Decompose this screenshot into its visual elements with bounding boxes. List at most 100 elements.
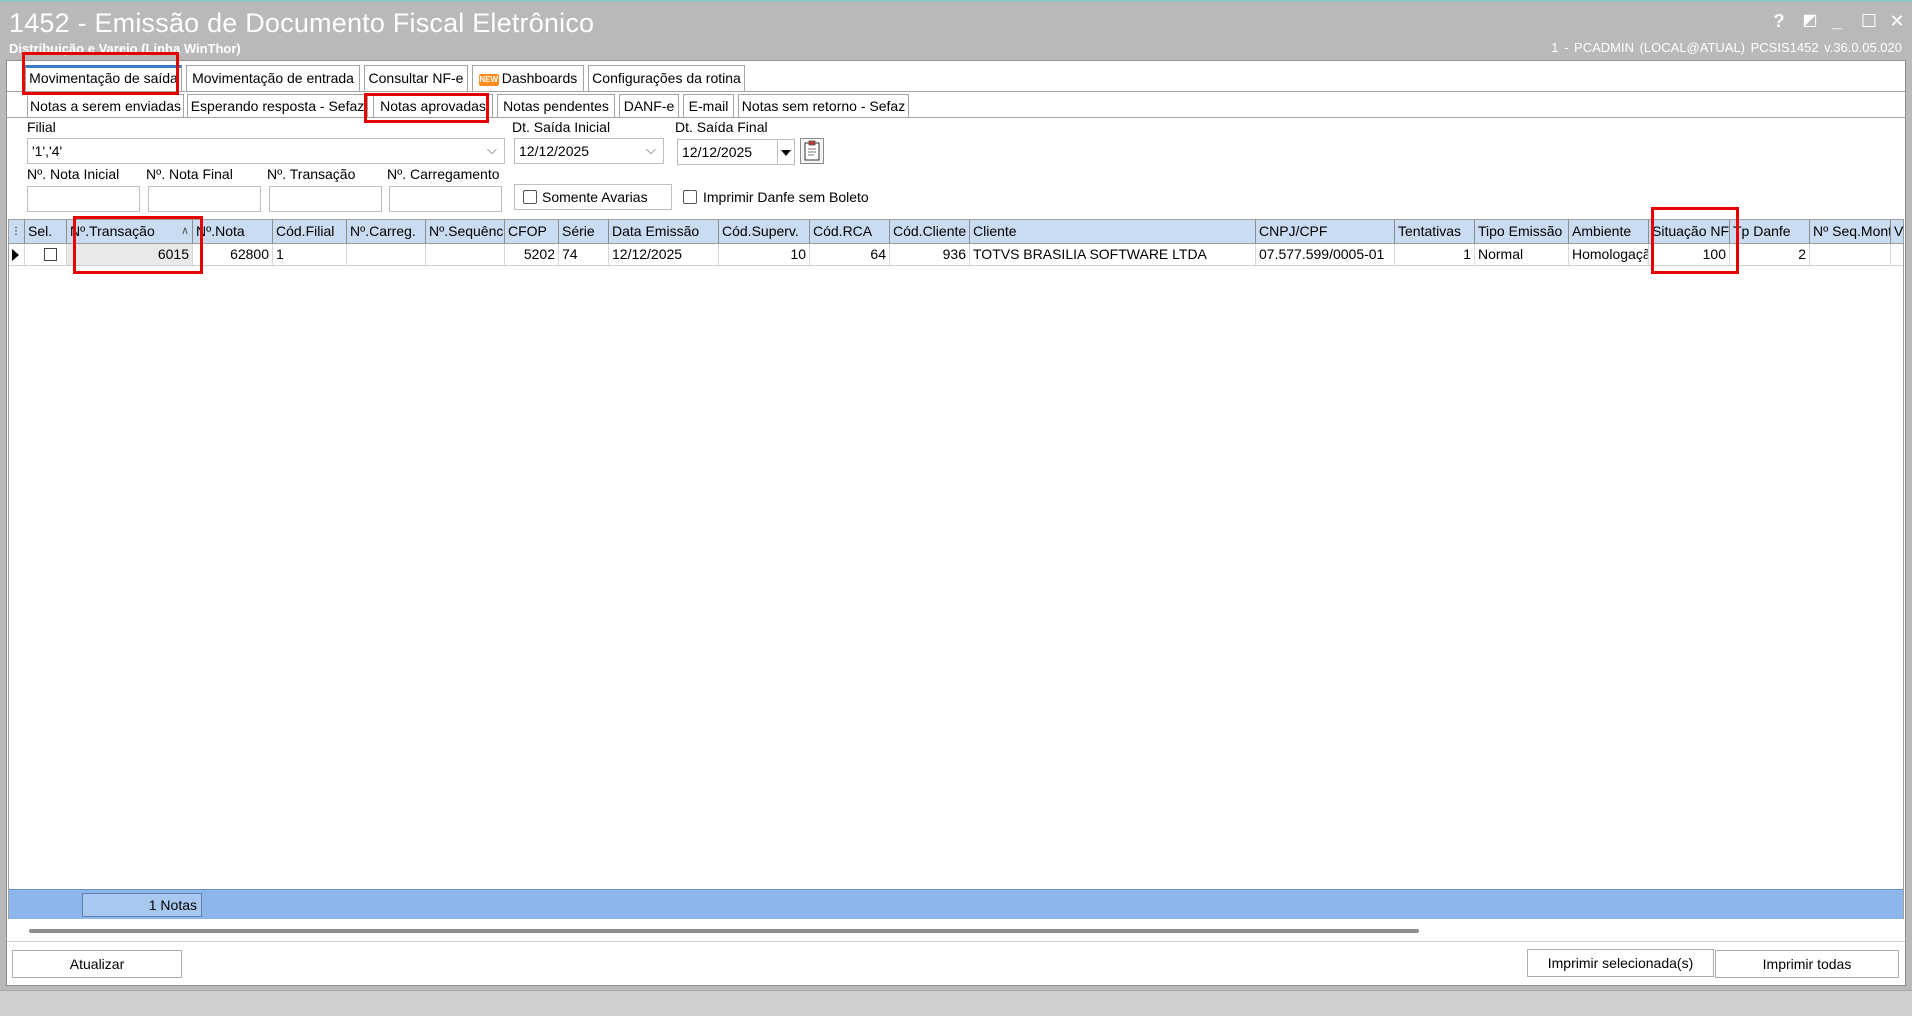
table-row[interactable]: 6015 62800 1 5202 74 12/12/2025 10 64 93…	[9, 244, 1903, 266]
tab-email[interactable]: E-mail	[683, 94, 734, 118]
cell-cnpj-cpf[interactable]: 07.577.599/0005-01	[1256, 244, 1395, 265]
help-icon[interactable]: ?	[1766, 8, 1792, 34]
col-sel[interactable]: Sel.	[25, 220, 67, 243]
col-v[interactable]: V	[1891, 220, 1905, 243]
col-seq-mont[interactable]: Nº Seq.Mont	[1810, 220, 1891, 243]
imprimir-todas-button[interactable]: Imprimir todas	[1715, 950, 1899, 978]
transacao-label: Nº. Transação	[267, 166, 356, 182]
notes-grid[interactable]: ⋮ Sel. Nº.Transação ∧ Nº.Nota Cód.Filial …	[8, 219, 1904, 919]
col-cod-superv[interactable]: Cód.Superv.	[719, 220, 810, 243]
cell-serie[interactable]: 74	[559, 244, 609, 265]
cell-cfop[interactable]: 5202	[505, 244, 559, 265]
tab-dashboards-label: Dashboards	[501, 70, 578, 86]
col-nota[interactable]: Nº.Nota	[193, 220, 273, 243]
horizontal-scrollbar[interactable]	[29, 929, 1419, 933]
col-sequencia[interactable]: Nº.Sequênci	[426, 220, 505, 243]
cell-data-emissao[interactable]: 12/12/2025	[609, 244, 719, 265]
close-icon[interactable]: ✕	[1884, 8, 1910, 34]
cell-cliente[interactable]: TOTVS BRASILIA SOFTWARE LTDA	[970, 244, 1256, 265]
sub-tab-divider	[7, 117, 1905, 118]
col-cfop[interactable]: CFOP	[505, 220, 559, 243]
tab-notas-pendentes[interactable]: Notas pendentes	[497, 94, 615, 118]
col-ambiente[interactable]: Ambiente	[1569, 220, 1649, 243]
cell-cod-rca[interactable]: 64	[810, 244, 890, 265]
col-cod-filial[interactable]: Cód.Filial	[273, 220, 347, 243]
chevron-down-icon[interactable]: ⌵	[487, 142, 497, 158]
maximize-icon[interactable]: ☐	[1856, 8, 1882, 34]
cell-cod-filial[interactable]: 1	[273, 244, 347, 265]
col-tentativas[interactable]: Tentativas	[1395, 220, 1475, 243]
imprimir-selecionadas-button[interactable]: Imprimir selecionada(s)	[1527, 949, 1714, 977]
col-transacao[interactable]: Nº.Transação ∧	[67, 220, 193, 243]
title-bar: 1452 - Emissão de Documento Fiscal Eletr…	[0, 0, 1912, 60]
calendar-button[interactable]	[800, 138, 824, 164]
dt-inicial-label: Dt. Saída Inicial	[512, 119, 611, 135]
new-badge-icon: NEW	[478, 74, 499, 86]
dt-final-field[interactable]	[677, 139, 787, 165]
cell-cod-cliente[interactable]: 936	[890, 244, 970, 265]
minimize-icon[interactable]: _	[1824, 8, 1850, 34]
somente-avarias-checkbox[interactable]: Somente Avarias	[514, 184, 672, 210]
tab-notas-sem-retorno[interactable]: Notas sem retorno - Sefaz	[738, 94, 909, 118]
cell-tipo-emissao[interactable]: Normal	[1475, 244, 1569, 265]
col-carreg[interactable]: Nº.Carreg.	[347, 220, 426, 243]
col-cod-rca[interactable]: Cód.RCA	[810, 220, 890, 243]
cell-ambiente[interactable]: Homologação	[1569, 244, 1649, 265]
col-tp-danfe[interactable]: Tp Danfe	[1730, 220, 1810, 243]
imprimir-danfe-label: Imprimir Danfe sem Boleto	[703, 189, 869, 205]
status-bar	[0, 990, 1912, 1016]
dt-final-dropdown-button[interactable]	[777, 139, 795, 165]
chevron-down-icon[interactable]: ⌵	[646, 142, 656, 158]
tab-notas-serem-enviadas[interactable]: Notas a serem enviadas	[27, 94, 184, 118]
app-subtitle: Distribuição e Varejo (Linha WinThor)	[9, 41, 241, 56]
carregamento-field[interactable]	[389, 186, 502, 212]
cell-sequencia[interactable]	[426, 244, 505, 265]
carregamento-label: Nº. Carregamento	[387, 166, 500, 182]
restore-icon[interactable]: ◩	[1797, 8, 1823, 34]
triangle-down-icon	[781, 150, 791, 156]
tab-danfe[interactable]: DANF-e	[619, 94, 679, 118]
cell-tp-danfe[interactable]: 2	[1730, 244, 1810, 265]
nota-inicial-label: Nº. Nota Inicial	[27, 166, 120, 182]
checkbox-icon	[683, 190, 697, 204]
tab-movimentacao-saida[interactable]: Movimentação de saída	[25, 65, 182, 91]
transacao-field[interactable]	[269, 186, 382, 212]
dt-inicial-field[interactable]	[514, 138, 664, 164]
cell-cod-superv[interactable]: 10	[719, 244, 810, 265]
row-select-cell[interactable]	[25, 244, 67, 265]
tab-dashboards[interactable]: NEW Dashboards	[472, 65, 584, 91]
row-checkbox[interactable]	[44, 248, 57, 261]
col-serie[interactable]: Série	[559, 220, 609, 243]
imprimir-danfe-checkbox[interactable]: Imprimir Danfe sem Boleto	[683, 187, 869, 207]
grid-footer: 1 Notas	[9, 889, 1903, 919]
tab-movimentacao-entrada[interactable]: Movimentação de entrada	[186, 65, 360, 91]
grid-options-icon[interactable]: ⋮	[9, 220, 25, 243]
tab-configuracoes-rotina[interactable]: Configurações da rotina	[588, 65, 745, 91]
col-tipo-emissao[interactable]: Tipo Emissão	[1475, 220, 1569, 243]
col-transacao-label: Nº.Transação	[70, 223, 155, 239]
nota-final-field[interactable]	[148, 186, 261, 212]
nota-inicial-field[interactable]	[27, 186, 140, 212]
col-cnpj-cpf[interactable]: CNPJ/CPF	[1256, 220, 1395, 243]
cell-v[interactable]	[1891, 244, 1905, 265]
cell-tentativas[interactable]: 1	[1395, 244, 1475, 265]
row-pointer-icon	[12, 249, 19, 261]
col-cliente[interactable]: Cliente	[970, 220, 1256, 243]
cell-carreg[interactable]	[347, 244, 426, 265]
cell-situacao-nfe[interactable]: 100	[1649, 244, 1730, 265]
clipboard-icon	[804, 140, 820, 161]
tab-notas-aprovadas[interactable]: Notas aprovadas	[373, 94, 493, 118]
cell-seq-mont[interactable]	[1810, 244, 1891, 265]
col-situacao-nfe[interactable]: Situação NFe	[1649, 220, 1730, 243]
nota-final-label: Nº. Nota Final	[146, 166, 233, 182]
col-data-emissao[interactable]: Data Emissão	[609, 220, 719, 243]
filial-combo[interactable]	[27, 138, 505, 164]
main-tab-divider	[7, 91, 1905, 92]
tab-esperando-resposta[interactable]: Esperando resposta - Sefaz	[187, 94, 368, 118]
cell-nota[interactable]: 62800	[193, 244, 273, 265]
tab-consultar-nfe[interactable]: Consultar NF-e	[364, 65, 468, 91]
dt-final-label: Dt. Saída Final	[675, 119, 768, 135]
atualizar-button[interactable]: Atualizar	[12, 950, 182, 978]
col-cod-cliente[interactable]: Cód.Cliente	[890, 220, 970, 243]
cell-transacao[interactable]: 6015	[67, 244, 193, 265]
